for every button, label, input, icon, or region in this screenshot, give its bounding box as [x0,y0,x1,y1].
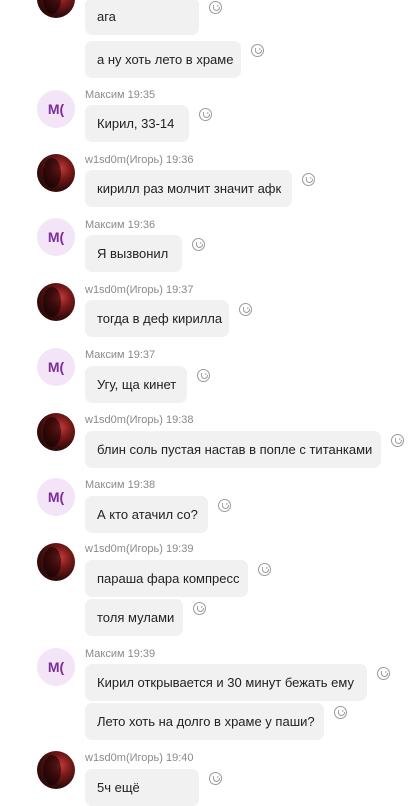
avatar-photo[interactable] [37,283,75,321]
avatar-initials[interactable]: М( [37,218,75,256]
smiley-icon[interactable] [209,772,222,785]
author-name[interactable]: w1sd0m(Игорь) [85,154,163,166]
message-bubble[interactable]: кирилл раз молчит значит афк [85,170,292,207]
message-meta: w1sd0m(Игорь) 19:40 [85,752,194,765]
chat-message-list[interactable]: ага а ну хоть лето в храме М( Максим 19:35 К… [0,0,419,806]
smiley-icon[interactable] [209,1,222,14]
message-bubble[interactable]: толя мулами [85,599,183,636]
avatar-photo[interactable] [37,154,75,192]
message-time: 19:39 [127,648,156,660]
message-time: 19:35 [127,89,156,101]
message-bubble[interactable]: Лето хоть на долго в храме у паши? [85,703,324,740]
author-name[interactable]: Максим [85,89,125,101]
smiley-icon[interactable] [239,303,252,316]
smiley-icon[interactable] [197,369,210,382]
message-time: 19:38 [127,479,156,491]
avatar-photo[interactable] [37,543,75,581]
author-name[interactable]: w1sd0m(Игорь) [85,414,163,426]
author-name[interactable]: Максим [85,479,125,491]
smiley-icon[interactable] [218,499,231,512]
smiley-icon[interactable] [199,108,212,121]
message-meta: Максим 19:37 [85,349,155,362]
message-bubble[interactable]: Кирил, 33-14 [85,105,189,142]
message-meta: w1sd0m(Игорь) 19:38 [85,414,194,427]
message-time: 19:37 [127,349,156,361]
smiley-icon[interactable] [258,563,271,576]
message-bubble[interactable]: А кто атачил со? [85,496,208,533]
author-name[interactable]: w1sd0m(Игорь) [85,543,163,555]
message-meta: Максим 19:36 [85,219,155,232]
message-time: 19:40 [166,752,194,764]
message-bubble[interactable]: параша фара компресс [85,560,248,597]
message-bubble[interactable]: 5ч ещё [85,769,199,806]
message-time: 19:36 [127,219,156,231]
avatar-photo[interactable] [37,751,75,789]
message-bubble[interactable]: Я вызвонил [85,235,182,272]
author-name[interactable]: Максим [85,349,125,361]
message-bubble[interactable]: ага [85,0,199,35]
message-bubble[interactable]: Угу, ща кинет [85,366,187,403]
avatar-initials[interactable]: М( [37,478,75,516]
message-meta: Максим 19:35 [85,89,155,102]
smiley-icon[interactable] [377,667,390,680]
smiley-icon[interactable] [391,434,404,447]
message-meta: w1sd0m(Игорь) 19:39 [85,543,194,556]
smiley-icon[interactable] [302,173,315,186]
message-time: 19:37 [166,284,194,296]
smiley-icon[interactable] [192,238,205,251]
avatar-initials[interactable]: М( [37,348,75,386]
smiley-icon[interactable] [193,602,206,615]
avatar-initials[interactable]: М( [37,648,75,686]
avatar-photo[interactable] [37,0,75,18]
smiley-icon[interactable] [334,706,347,719]
message-meta: Максим 19:39 [85,648,155,661]
author-name[interactable]: Максим [85,648,125,660]
avatar-initials[interactable]: М( [37,90,75,128]
avatar-photo[interactable] [37,413,75,451]
message-time: 19:36 [166,154,194,166]
author-name[interactable]: w1sd0m(Игорь) [85,752,163,764]
message-meta: Максим 19:38 [85,479,155,492]
smiley-icon[interactable] [251,44,264,57]
author-name[interactable]: w1sd0m(Игорь) [85,284,163,296]
message-bubble[interactable]: Кирил открывается и 30 минут бежать ему [85,664,367,701]
message-meta: w1sd0m(Игорь) 19:36 [85,154,194,167]
message-meta: w1sd0m(Игорь) 19:37 [85,284,194,297]
message-time: 19:39 [166,543,194,555]
message-time: 19:38 [166,414,194,426]
message-bubble[interactable]: тогда в деф кирилла [85,300,229,337]
author-name[interactable]: Максим [85,219,125,231]
message-bubble[interactable]: а ну хоть лето в храме [85,41,241,78]
message-bubble[interactable]: блин соль пустая настав в попле с титанк… [85,431,381,468]
